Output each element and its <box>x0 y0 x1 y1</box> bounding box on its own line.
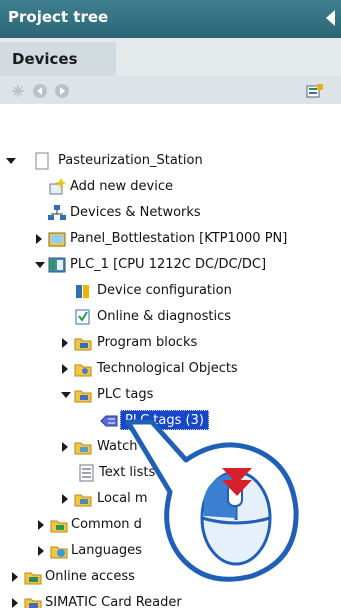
tree-node-local-modules[interactable]: Local m <box>0 486 341 512</box>
collapse-arrow-icon[interactable] <box>61 392 71 398</box>
device-config-icon <box>76 285 89 298</box>
tree-node-label: Text lists <box>99 465 156 480</box>
sparkle-icon[interactable] <box>10 83 26 99</box>
forward-arrow-icon[interactable] <box>54 83 70 99</box>
expand-arrow-icon[interactable] <box>12 598 18 608</box>
plc-icon <box>48 257 66 273</box>
text-list-icon <box>79 464 94 482</box>
tree-node-simatic-card-reader[interactable]: SIMATIC Card Reader <box>0 590 341 608</box>
tree-node-label: Add new device <box>70 179 174 194</box>
hmi-panel-icon <box>48 232 66 247</box>
tree-node-text-lists[interactable]: Text lists <box>0 460 341 486</box>
card-reader-icon <box>24 598 42 608</box>
folder-open-icon <box>74 390 92 403</box>
expand-arrow-icon[interactable] <box>12 572 18 582</box>
project-tree: Pasteurization_Station Add new device De… <box>0 104 341 608</box>
tree-node-label: SIMATIC Card Reader <box>45 595 182 608</box>
collapse-panel-icon[interactable] <box>326 10 335 26</box>
tree-node-online-access[interactable]: Online access <box>0 564 341 590</box>
tree-node-project[interactable]: Pasteurization_Station <box>0 148 341 174</box>
tree-node-label: PLC tags <box>97 387 154 402</box>
tree-node-label: Watch t <box>97 439 147 454</box>
expand-arrow-icon[interactable] <box>62 442 68 452</box>
network-icon <box>48 205 66 220</box>
tree-node-label: Online & diagnostics <box>97 309 232 324</box>
tree-node-program-blocks[interactable]: Program blocks <box>0 330 341 356</box>
expand-arrow-icon[interactable] <box>6 158 16 164</box>
expand-arrow-icon[interactable] <box>38 520 44 530</box>
languages-icon <box>50 546 68 559</box>
tree-node-label: Devices & Networks <box>70 205 201 220</box>
tree-node-device-configuration[interactable]: Device configuration <box>0 278 341 304</box>
tree-node-label: Local m <box>97 491 148 506</box>
tree-node-devices-networks[interactable]: Devices & Networks <box>0 200 341 226</box>
tree-node-label: Device configuration <box>97 283 232 298</box>
tree-node-label: PLC_1 [CPU 1212C DC/DC/DC] <box>70 257 267 272</box>
overview-icon[interactable] <box>306 83 324 99</box>
collapse-arrow-icon[interactable] <box>35 262 45 268</box>
tree-node-technological-objects[interactable]: Technological Objects <box>0 356 341 382</box>
tree-node-label: Pasteurization_Station <box>58 153 203 168</box>
online-diagnostics-icon <box>75 309 90 325</box>
tree-node-online-diagnostics[interactable]: Online & diagnostics <box>0 304 341 330</box>
panel-title: Project tree <box>8 8 109 26</box>
tab-bar: Devices <box>0 38 341 76</box>
folder-icon <box>50 520 68 533</box>
expand-arrow-icon[interactable] <box>62 364 68 374</box>
tree-node-label: Technological Objects <box>97 361 238 376</box>
expand-arrow-icon[interactable] <box>36 234 42 244</box>
expand-arrow-icon[interactable] <box>62 338 68 348</box>
tree-node-plc1[interactable]: PLC_1 [CPU 1212C DC/DC/DC] <box>0 252 341 278</box>
document-icon <box>35 152 49 170</box>
tree-node-languages[interactable]: Languages <box>0 538 341 564</box>
tree-node-panel-bottlestation[interactable]: Panel_Bottlestation [KTP1000 PN] <box>0 226 341 252</box>
tree-node-watch-tables[interactable]: Watch t <box>0 434 341 460</box>
back-arrow-icon[interactable] <box>32 83 48 99</box>
tree-node-label: Online access <box>45 569 135 584</box>
add-device-icon <box>49 178 66 195</box>
expand-arrow-icon[interactable] <box>38 546 44 556</box>
expand-arrow-icon[interactable] <box>62 494 68 504</box>
tree-node-label: Program blocks <box>97 335 198 350</box>
tree-node-label: Languages <box>71 543 142 558</box>
tag-table-icon <box>100 415 118 427</box>
project-tree-header: Project tree <box>0 0 341 38</box>
folder-icon <box>74 442 92 455</box>
tree-node-label: Common d <box>71 517 142 532</box>
tree-node-label: Panel_Bottlestation [KTP1000 PN] <box>70 231 288 246</box>
tree-node-add-new-device[interactable]: Add new device <box>0 174 341 200</box>
tree-node-common-data[interactable]: Common d <box>0 512 341 538</box>
folder-icon <box>74 338 92 351</box>
online-access-icon <box>24 572 42 585</box>
folder-icon <box>74 494 92 507</box>
tree-node-plc-tags-folder[interactable]: PLC tags <box>0 382 341 408</box>
tab-devices[interactable]: Devices <box>0 42 116 76</box>
selected-tree-node-label[interactable]: PLC tags (3) <box>120 410 209 430</box>
toolbar <box>0 76 341 104</box>
folder-icon <box>74 364 92 377</box>
tree-node-plc-tags-table[interactable]: PLC tags (3) <box>0 408 341 434</box>
